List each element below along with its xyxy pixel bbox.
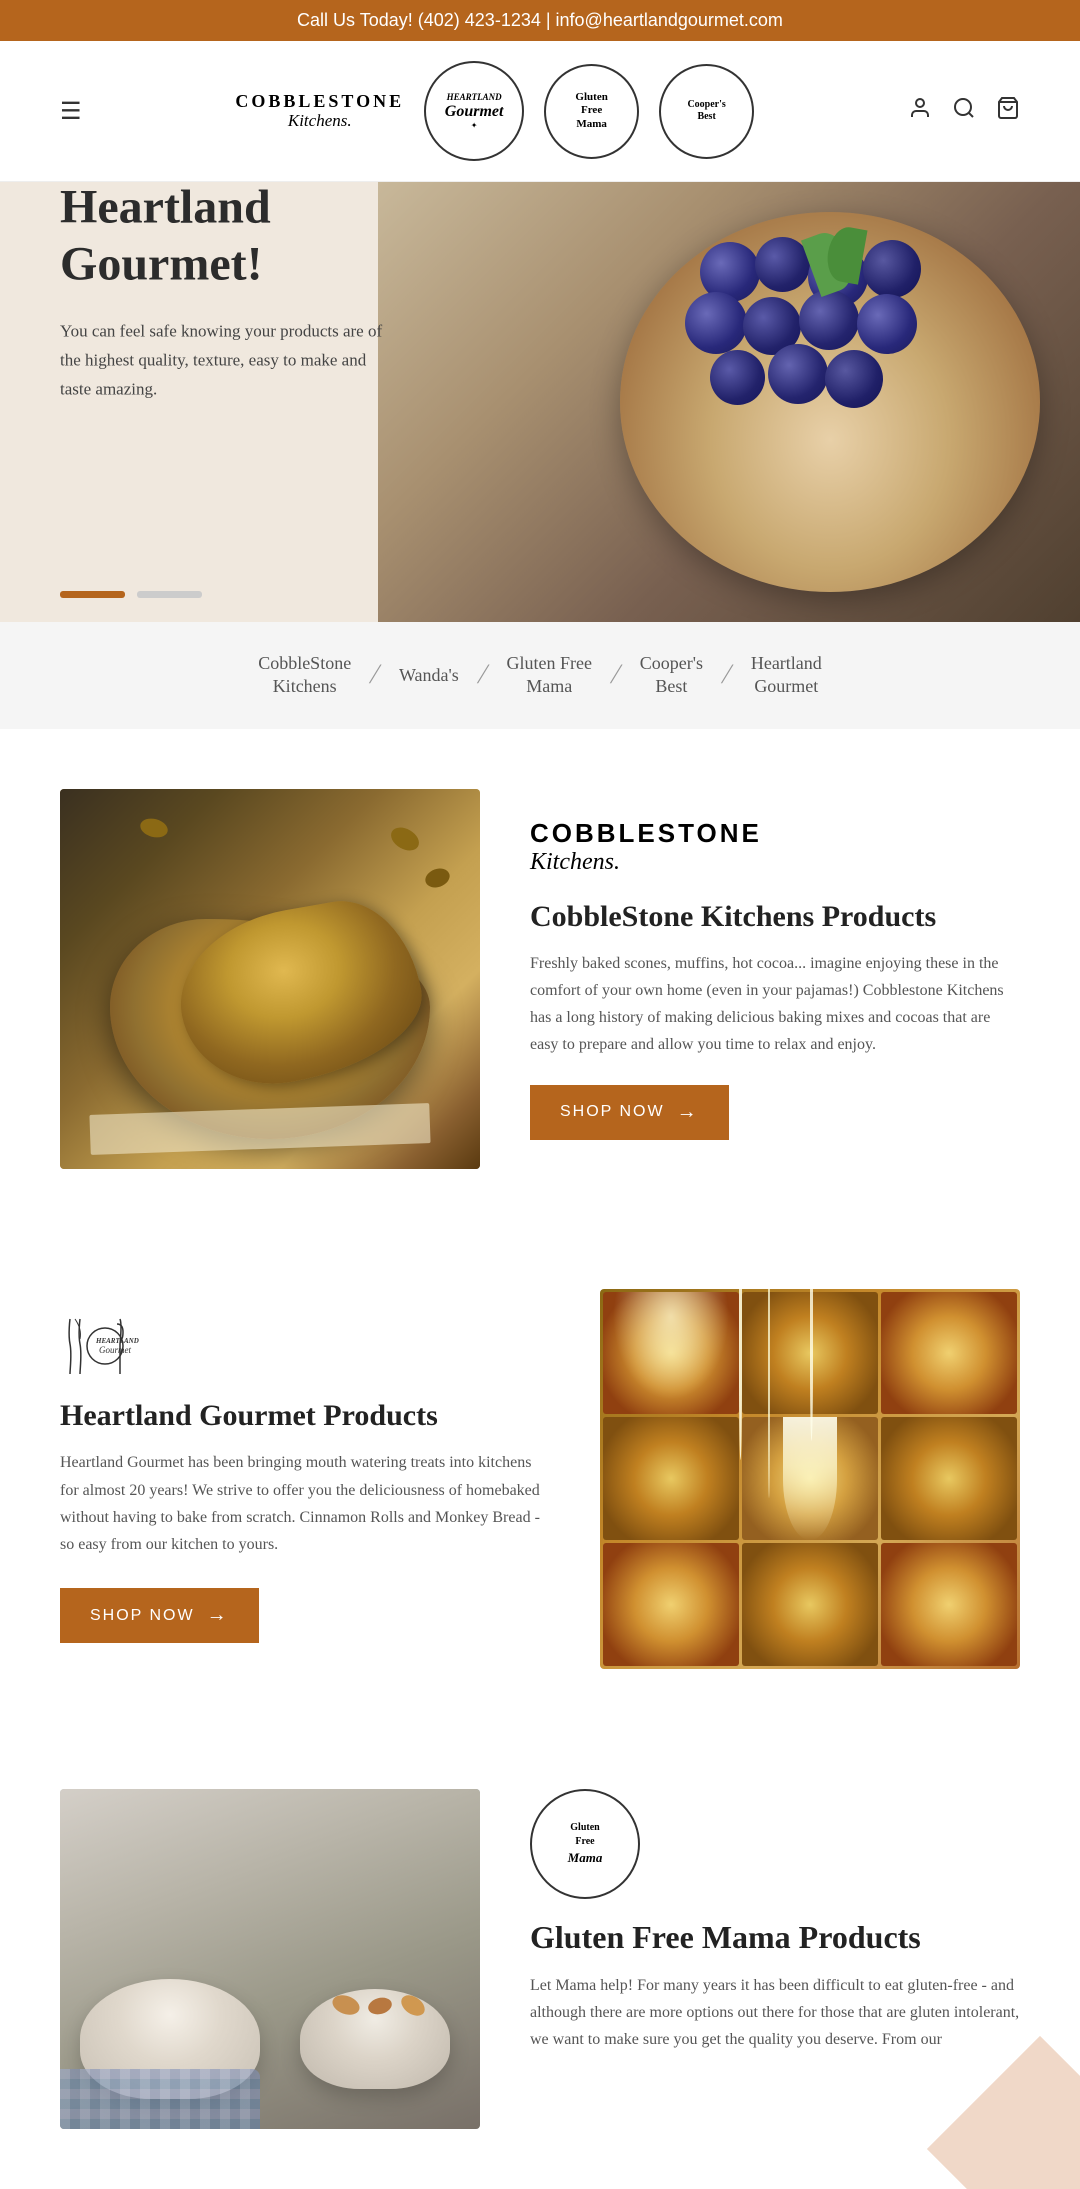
heartland-section-title: Heartland Gourmet Products [60, 1399, 550, 1433]
gluten-section-image [60, 1789, 480, 2129]
cobblestone-section: COBBLESTONE Kitchens. CobbleStone Kitche… [0, 729, 1080, 1229]
cobblestone-logo: COBBLESTONE Kitchens. [530, 818, 1020, 876]
heartland-section-image [600, 1289, 1020, 1669]
top-bar-text: Call Us Today! (402) 423-1234 | info@hea… [297, 10, 783, 30]
cobblestone-section-desc: Freshly baked scones, muffins, hot cocoa… [530, 950, 1020, 1059]
nav-cat-gluten[interactable]: Gluten FreeMama [487, 652, 612, 699]
heartland-section: HEARTLAND Gourmet Heartland Gourmet Prod… [0, 1229, 1080, 1729]
nav-cat-heartland[interactable]: HeartlandGourmet [731, 652, 842, 699]
heartland-shop-arrow-icon: → [207, 1604, 229, 1627]
heartland-section-desc: Heartland Gourmet has been bringing mout… [60, 1449, 550, 1558]
gluten-section-title: Gluten Free Mama Products [530, 1919, 1020, 1956]
cobblestone-section-content: COBBLESTONE Kitchens. CobbleStone Kitche… [530, 789, 1020, 1169]
hamburger-menu[interactable]: ☰ [60, 97, 82, 126]
top-bar: Call Us Today! (402) 423-1234 | info@hea… [0, 0, 1080, 41]
logo-cobblestone[interactable]: COBBLESTONE Kitchens. [235, 92, 404, 130]
header: ☰ COBBLESTONE Kitchens. HEARTLAND Gourme… [0, 41, 1080, 182]
gluten-section-content: Gluten Free Mama Gluten Free Mama Produc… [530, 1789, 1020, 2054]
hero-text-container: Welcome to Heartland Gourmet! You can fe… [60, 182, 440, 404]
svg-text:Gourmet: Gourmet [99, 1345, 131, 1355]
header-logos: COBBLESTONE Kitchens. HEARTLAND Gourmet … [82, 61, 908, 161]
hero-background [378, 182, 1080, 622]
hero-title: Welcome to Heartland Gourmet! [60, 182, 440, 293]
hero-dot-inactive[interactable] [137, 591, 202, 598]
logo-heartland[interactable]: HEARTLAND Gourmet ✦ [424, 61, 524, 161]
heartland-shop-button[interactable]: SHOP NOW → [60, 1588, 259, 1643]
cart-icon[interactable] [996, 96, 1020, 126]
gluten-free-mama-logo: Gluten Free Mama [530, 1789, 640, 1899]
hero-subtitle: You can feel safe knowing your products … [60, 317, 400, 404]
heartland-logo: HEARTLAND Gourmet [60, 1314, 550, 1379]
nav-cat-wandas[interactable]: Wanda's [379, 664, 479, 687]
nav-cat-coopers[interactable]: Cooper'sBest [620, 652, 723, 699]
svg-text:HEARTLAND: HEARTLAND [95, 1337, 139, 1345]
logo-coopers-best[interactable]: Cooper'sBest [659, 64, 754, 159]
header-icons [908, 96, 1020, 126]
hero-section: Welcome to Heartland Gourmet! You can fe… [0, 182, 1080, 622]
search-icon[interactable] [952, 96, 976, 126]
gluten-section: Gluten Free Mama Gluten Free Mama Produc… [0, 1729, 1080, 2189]
cobblestone-shop-button[interactable]: SHOP NOW → [530, 1085, 729, 1140]
gluten-section-desc: Let Mama help! For many years it has bee… [530, 1972, 1020, 2054]
cobblestone-section-title: CobbleStone Kitchens Products [530, 900, 1020, 934]
cobblestone-section-image [60, 789, 480, 1169]
logo-gluten-free-mama[interactable]: GlutenFreeMama [544, 64, 639, 159]
hero-dots [60, 591, 202, 598]
nav-categories: CobbleStoneKitchens / Wanda's / Gluten F… [0, 622, 1080, 729]
hero-dot-active[interactable] [60, 591, 125, 598]
heartland-section-content: HEARTLAND Gourmet Heartland Gourmet Prod… [60, 1314, 550, 1643]
user-icon[interactable] [908, 96, 932, 126]
accent-diamond [927, 2036, 1080, 2189]
nav-cat-cobblestone[interactable]: CobbleStoneKitchens [238, 652, 371, 699]
shop-arrow-icon: → [677, 1101, 699, 1124]
